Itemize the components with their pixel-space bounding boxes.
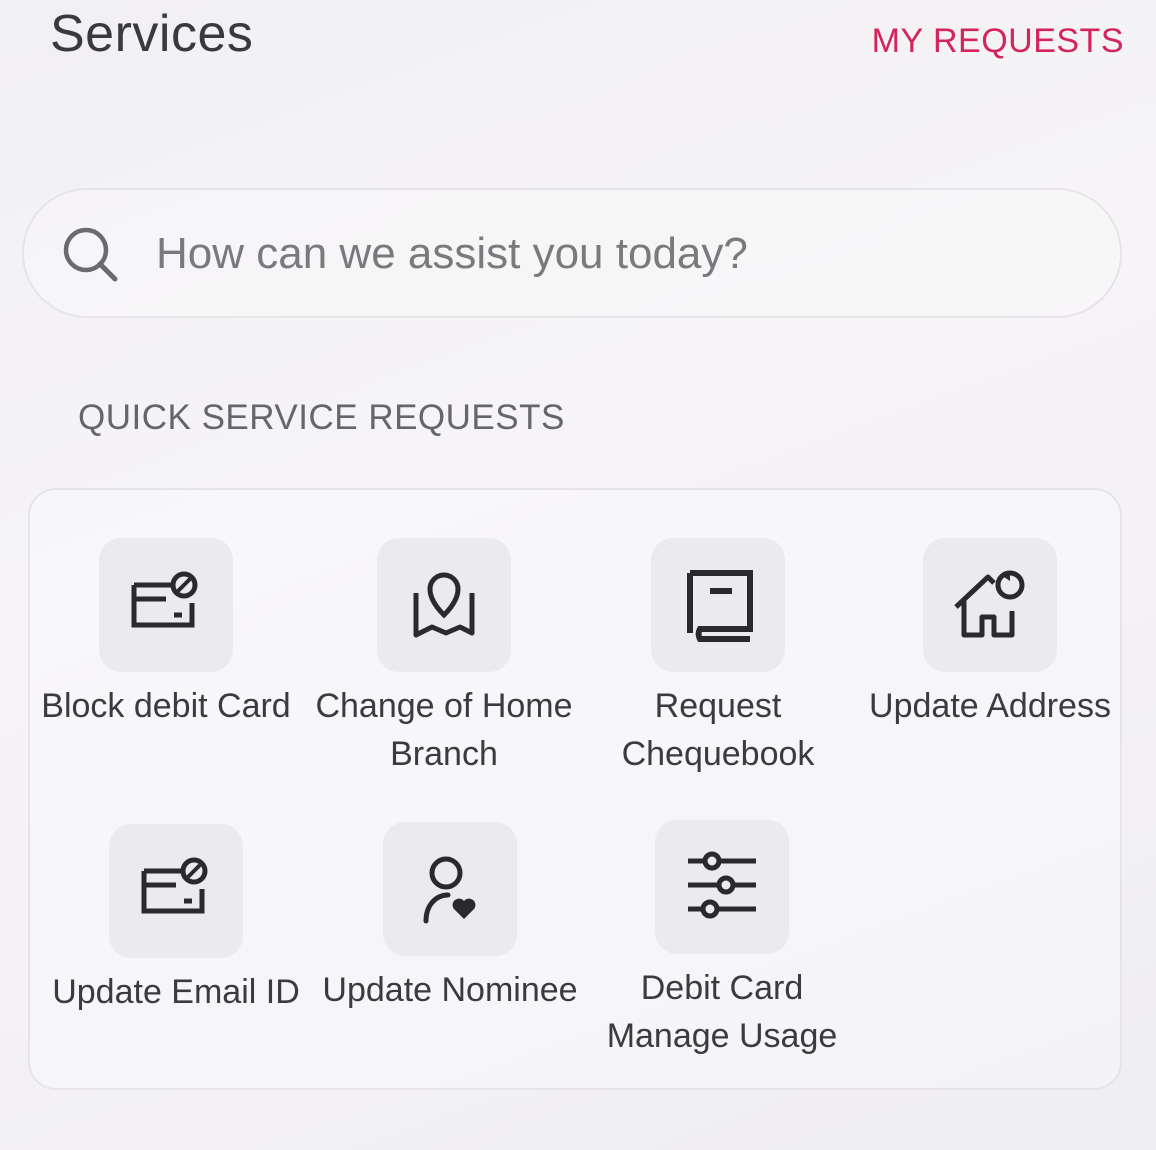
service-label: Change of Home Branch: [315, 687, 573, 773]
card-block-icon: [109, 824, 243, 958]
my-requests-link[interactable]: MY REQUESTS: [872, 22, 1124, 61]
page-title: Services: [50, 5, 254, 63]
header: Services MY REQUESTS: [0, 0, 1156, 80]
service-update-address[interactable]: Update Address: [860, 538, 1120, 730]
search-icon: [63, 227, 118, 282]
service-label: Request Chequebook: [621, 687, 815, 773]
card-block-icon: [99, 538, 233, 672]
service-label: Debit Card Manage Usage: [606, 969, 838, 1055]
quick-services-card: Block debit Card Change of Home Branch R…: [28, 488, 1122, 1090]
service-request-chequebook[interactable]: Request Chequebook: [588, 538, 848, 778]
service-update-nominee[interactable]: Update Nominee: [320, 822, 580, 1014]
service-debit-card-manage-usage[interactable]: Debit Card Manage Usage: [592, 820, 852, 1060]
section-heading: QUICK SERVICE REQUESTS: [78, 398, 565, 437]
home-refresh-icon: [923, 538, 1057, 672]
search-input[interactable]: [154, 218, 1058, 290]
service-block-debit-card[interactable]: Block debit Card: [36, 538, 296, 730]
service-update-email[interactable]: Update Email ID: [46, 824, 306, 1016]
service-label: Update Address: [869, 687, 1111, 725]
map-pin-icon: [377, 538, 511, 672]
book-icon: [651, 538, 785, 672]
search-bar[interactable]: [22, 188, 1122, 318]
sliders-icon: [655, 820, 789, 954]
service-label: Block debit Card: [41, 687, 291, 725]
service-label: Update Nominee: [322, 971, 578, 1009]
person-heart-icon: [383, 822, 517, 956]
service-label: Update Email ID: [52, 973, 300, 1011]
service-change-home-branch[interactable]: Change of Home Branch: [314, 538, 574, 778]
